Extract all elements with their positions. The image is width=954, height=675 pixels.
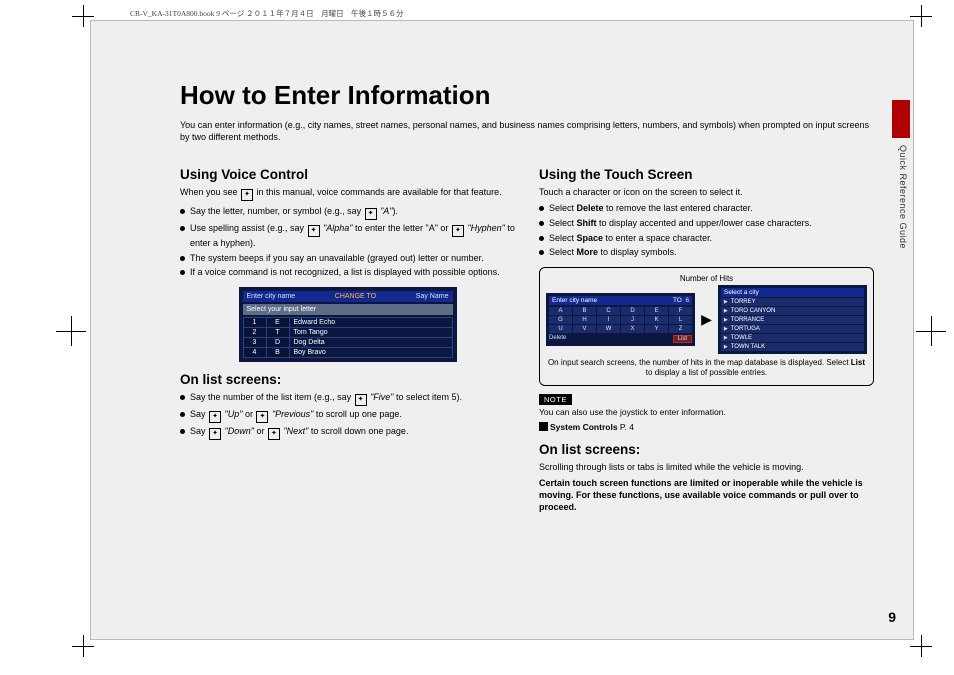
- heading-on-list-touch: On list screens:: [539, 442, 874, 457]
- voice-lead: When you see ✦ in this manual, voice com…: [180, 186, 515, 201]
- page-number: 9: [888, 609, 896, 625]
- touch-list-lead: Scrolling through lists or tabs is limit…: [539, 461, 874, 473]
- touch-bullet: Select Space to enter a space character.: [539, 232, 874, 245]
- intro-paragraph: You can enter information (e.g., city na…: [180, 119, 874, 143]
- voice-command-icon: ✦: [241, 189, 253, 201]
- screenshot-caption: On input search screens, the number of h…: [546, 358, 867, 379]
- register-cross-icon: [56, 316, 86, 346]
- list-row: 2TTom Tango: [243, 328, 452, 338]
- list-button: List: [673, 335, 692, 343]
- voice-bullet: If a voice command is not recognized, a …: [180, 266, 515, 279]
- voice-list-bullet: Say ✦ "Down" or ✦ "Next" to scroll down …: [180, 425, 515, 440]
- list-row: 4BBoy Bravo: [243, 348, 452, 358]
- voice-command-icon: ✦: [355, 394, 367, 406]
- heading-touch-screen: Using the Touch Screen: [539, 167, 874, 182]
- hits-callout-label: Number of Hits: [546, 274, 867, 283]
- voice-bullet: Say the letter, number, or symbol (e.g.,…: [180, 205, 515, 220]
- section-tab: [892, 100, 910, 138]
- screenshot-keyboard: Enter city nameTO 6 ABCDEFGHIJKLUVWXYZ D…: [546, 293, 695, 346]
- voice-bullet: Use spelling assist (e.g., say ✦ "Alpha"…: [180, 222, 515, 250]
- book-build-id: CR-V_KA-31T0A800.book 9 ページ ２０１１年７月４日 月曜…: [130, 8, 404, 19]
- touch-lead: Touch a character or icon on the screen …: [539, 186, 874, 198]
- voice-command-icon: ✦: [452, 225, 464, 237]
- voice-command-icon: ✦: [209, 411, 221, 423]
- touch-bullet: Select More to display symbols.: [539, 246, 874, 259]
- cross-reference: System Controls P. 4: [539, 422, 874, 432]
- heading-voice-control: Using Voice Control: [180, 167, 515, 182]
- voice-command-icon: ✦: [308, 225, 320, 237]
- screenshot-city-list: Select a city TORREYTORO CANYONTORRANCET…: [718, 285, 867, 354]
- voice-command-icon: ✦: [268, 428, 280, 440]
- voice-command-icon: ✦: [209, 428, 221, 440]
- touch-bullet: Select Delete to remove the last entered…: [539, 202, 874, 215]
- list-row: 1EEdward Echo: [243, 318, 452, 328]
- note-block: NOTE You can also use the joystick to en…: [539, 394, 874, 432]
- screenshot-hits-box: Number of Hits Enter city nameTO 6 ABCDE…: [539, 267, 874, 386]
- arrow-right-icon: ▶: [701, 311, 712, 328]
- register-cross-icon: [916, 316, 946, 346]
- voice-list-bullet: Say ✦ "Up" or ✦ "Previous" to scroll up …: [180, 408, 515, 423]
- page-content: How to Enter Information You can enter i…: [180, 80, 874, 615]
- voice-command-icon: ✦: [256, 411, 268, 423]
- voice-bullet: The system beeps if you say an unavailab…: [180, 252, 515, 265]
- section-side-label: Quick Reference Guide: [898, 145, 908, 249]
- note-text: You can also use the joystick to enter i…: [539, 407, 874, 418]
- touch-list-warning: Certain touch screen functions are limit…: [539, 477, 874, 513]
- heading-on-list-voice: On list screens:: [180, 372, 515, 387]
- screenshot-voice-list: Enter city name CHANGE TO Say Name Selec…: [239, 287, 457, 362]
- note-tag: NOTE: [539, 394, 572, 405]
- page-title: How to Enter Information: [180, 80, 874, 111]
- voice-command-icon: ✦: [365, 208, 377, 220]
- touch-bullet: Select Shift to display accented and upp…: [539, 217, 874, 230]
- list-row: 3DDog Delta: [243, 338, 452, 348]
- book-icon: [539, 422, 548, 431]
- voice-list-bullet: Say the number of the list item (e.g., s…: [180, 391, 515, 406]
